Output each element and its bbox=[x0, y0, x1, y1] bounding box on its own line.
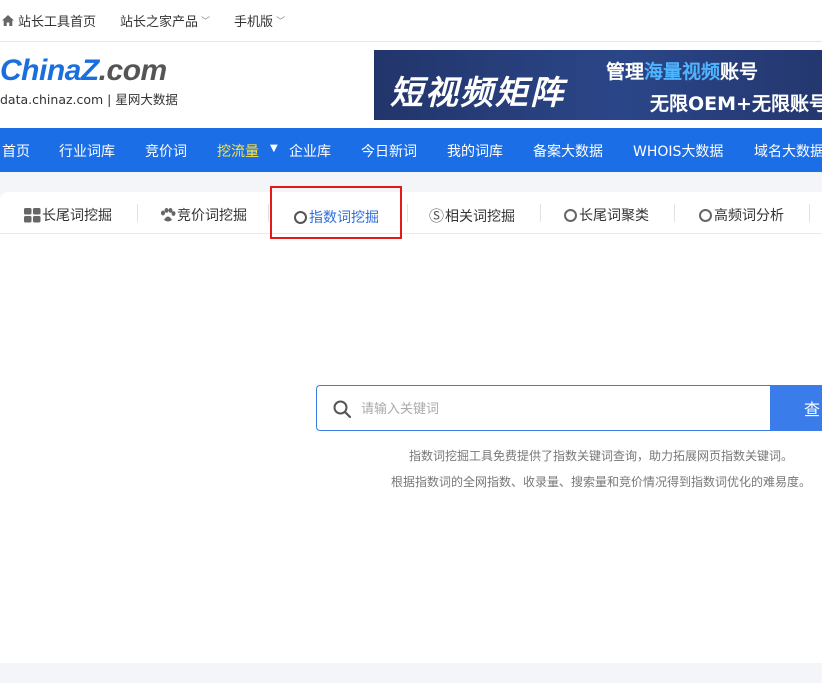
home-icon bbox=[2, 15, 14, 26]
nav-item-enterprise[interactable]: 企业库 bbox=[289, 141, 331, 161]
main-nav: 首页 行业词库 竞价词 挖流量 ▼ 企业库 今日新词 我的词库 备案大数据 WH… bbox=[0, 128, 822, 172]
nav-item-whois-data[interactable]: WHOIS大数据 bbox=[633, 141, 723, 161]
top-bar: 站长工具首页 站长之家产品 ﹀ 手机版 ﹀ bbox=[0, 0, 822, 42]
logo-wordmark: ChinaZ.com bbox=[0, 54, 167, 87]
ring-icon bbox=[699, 208, 712, 222]
tab-label: 高频词分析 bbox=[714, 208, 784, 224]
nav-item-industry-lexicon[interactable]: 行业词库 bbox=[59, 141, 115, 161]
search-input[interactable] bbox=[361, 398, 761, 420]
tab-longtail-clustering[interactable]: 长尾词聚类 bbox=[564, 205, 649, 225]
s-circle-icon: Ⓢ bbox=[429, 207, 445, 225]
tab-divider bbox=[268, 204, 269, 222]
search-bar: 查 bbox=[316, 385, 822, 431]
search-icon bbox=[333, 400, 351, 418]
nav-item-new-words[interactable]: 今日新词 bbox=[361, 141, 417, 161]
topbar-products-menu[interactable]: 站长之家产品 ﹀ bbox=[120, 11, 210, 30]
tab-divider bbox=[809, 204, 810, 222]
tab-divider bbox=[674, 204, 675, 222]
tab-label: 长尾词挖掘 bbox=[42, 208, 112, 224]
tab-related-mining[interactable]: Ⓢ 相关词挖掘 bbox=[429, 205, 515, 226]
nav-item-my-lexicon[interactable]: 我的词库 bbox=[447, 141, 503, 161]
logo-subtitle: data.chinaz.com | 星网大数据 bbox=[0, 92, 178, 107]
tab-label: 竞价词挖掘 bbox=[177, 208, 247, 224]
search-button[interactable]: 查 bbox=[770, 385, 822, 431]
dropdown-arrow-icon[interactable]: ▼ bbox=[270, 143, 278, 154]
tool-tabs: 长尾词挖掘 竞价词挖掘 指数词挖掘 Ⓢ 相关词挖掘 长尾词聚类 高频词分析 bbox=[0, 192, 822, 234]
header: ChinaZ.com data.chinaz.com | 星网大数据 短视频矩阵… bbox=[0, 42, 822, 128]
tab-label: 相关词挖掘 bbox=[445, 208, 516, 225]
tab-bidding-mining[interactable]: 竞价词挖掘 bbox=[160, 205, 247, 225]
search-box bbox=[316, 385, 770, 431]
topbar-mobile-label: 手机版 bbox=[234, 15, 274, 30]
tab-label: 长尾词聚类 bbox=[579, 208, 649, 224]
chevron-down-icon: ﹀ bbox=[201, 17, 211, 27]
site-logo[interactable]: ChinaZ.com data.chinaz.com | 星网大数据 bbox=[0, 54, 180, 107]
tab-divider bbox=[407, 204, 408, 222]
tab-index-mining[interactable]: 指数词挖掘 bbox=[294, 207, 379, 227]
banner-line2: 无限OEM+无限账号 bbox=[650, 93, 822, 115]
topbar-home-link[interactable]: 站长工具首页 bbox=[2, 11, 96, 30]
tab-longtail-mining[interactable]: 长尾词挖掘 bbox=[24, 205, 112, 225]
nav-item-domain-data[interactable]: 域名大数据 bbox=[754, 141, 822, 161]
tab-divider bbox=[540, 204, 541, 222]
ring-icon bbox=[294, 210, 307, 224]
ring-icon bbox=[564, 208, 577, 222]
chevron-down-icon: ﹀ bbox=[276, 17, 286, 27]
banner-line1: 管理海量视频账号 bbox=[606, 61, 759, 83]
nav-item-icp-data[interactable]: 备案大数据 bbox=[533, 141, 603, 161]
grid-icon bbox=[24, 207, 41, 222]
tab-label: 指数词挖掘 bbox=[309, 210, 379, 226]
nav-item-traffic-mining[interactable]: 挖流量 bbox=[217, 141, 259, 161]
nav-item-bidding-words[interactable]: 竞价词 bbox=[145, 141, 187, 161]
tab-highfreq-analysis[interactable]: 高频词分析 bbox=[699, 205, 784, 225]
tool-description-line2: 根据指数词的全网指数、收录量、搜索量和竞价情况得到指数词优化的难易度。 bbox=[391, 475, 812, 489]
paw-icon bbox=[161, 207, 176, 221]
topbar-products-label: 站长之家产品 bbox=[120, 15, 199, 30]
tab-divider bbox=[137, 204, 138, 222]
topbar-mobile-menu[interactable]: 手机版 ﹀ bbox=[234, 11, 285, 30]
ad-banner[interactable]: 短视频矩阵 管理海量视频账号 无限OEM+无限账号 bbox=[374, 50, 822, 120]
banner-title: 短视频矩阵 bbox=[390, 73, 565, 112]
nav-item-home[interactable]: 首页 bbox=[2, 141, 30, 161]
topbar-home-label: 站长工具首页 bbox=[18, 15, 97, 30]
tool-description-line1: 指数词挖掘工具免费提供了指数关键词查询，助力拓展网页指数关键词。 bbox=[409, 449, 794, 463]
